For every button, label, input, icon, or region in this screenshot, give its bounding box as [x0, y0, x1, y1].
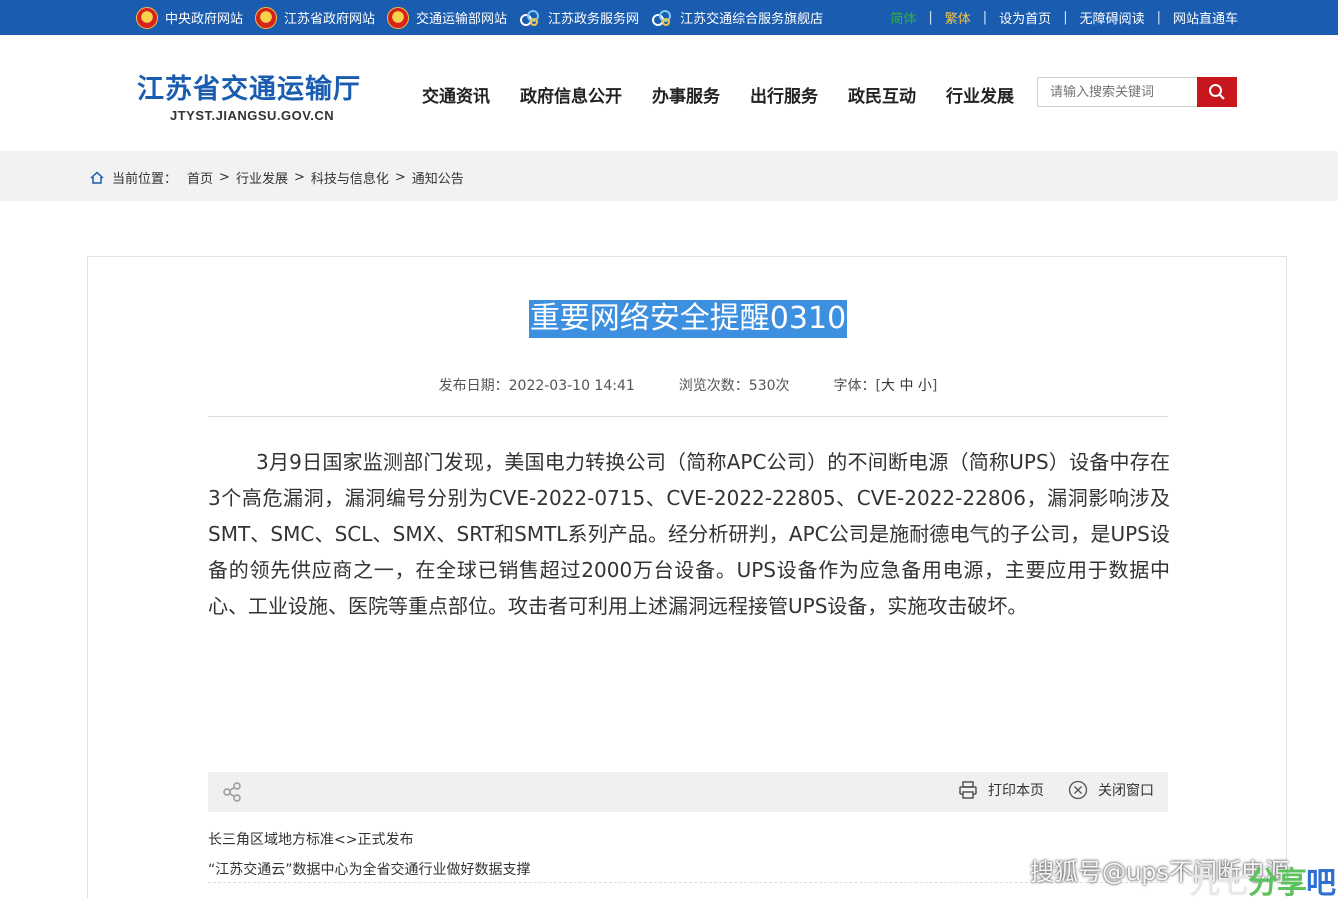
separator: | [982, 10, 988, 25]
set-homepage-link[interactable]: 设为首页 [999, 8, 1051, 27]
breadcrumb-industry[interactable]: 行业发展 [236, 168, 288, 187]
nav-item-industry[interactable]: 行业发展 [946, 82, 1014, 107]
gov-links: 中央政府网站 江苏省政府网站 交通运输部网站 江苏政务服务网 江苏交通综合服务旗 [136, 0, 835, 35]
site-logo-title[interactable]: 江苏省交通运输厅 [137, 67, 361, 106]
font-large-button[interactable]: 大 [881, 378, 895, 394]
site-domain: JTYST.JIANGSU.GOV.CN [170, 108, 335, 123]
close-icon [1068, 780, 1088, 800]
site-header: 江苏省交通运输厅 JTYST.JIANGSU.GOV.CN 交通资讯 政府信息公… [0, 35, 1338, 151]
link-label: 江苏交通综合服务旗舰店 [680, 12, 824, 27]
link-jiangsu-gov[interactable]: 江苏省政府网站 [255, 6, 376, 29]
font-small-button[interactable]: 小 [918, 378, 932, 394]
national-emblem-icon [387, 6, 410, 29]
font-size-switcher: 字体：[大 中 小] [834, 375, 938, 395]
search-icon [1209, 84, 1225, 100]
site-watermark: 九七分享吧 [1190, 858, 1336, 898]
printer-icon [959, 781, 977, 799]
breadcrumb-separator: > [293, 170, 305, 185]
article-card: 重要网络安全提醒0310 发布日期：2022-03-10 14:41 浏览次数：… [87, 256, 1287, 898]
link-js-service[interactable]: 江苏政务服务网 [519, 8, 639, 28]
top-bar: 中央政府网站 江苏省政府网站 交通运输部网站 江苏政务服务网 江苏交通综合服务旗 [0, 0, 1338, 35]
breadcrumb-tech[interactable]: 科技与信息化 [311, 168, 389, 187]
separator: | [1156, 10, 1161, 25]
simplified-link[interactable]: 简体 [890, 8, 916, 27]
view-count: 浏览次数：530次 [678, 378, 790, 394]
font-size-bracket: ] [931, 378, 938, 394]
separator: | [1063, 10, 1068, 25]
print-button[interactable]: 打印本页 [958, 780, 1044, 800]
related-link-next[interactable]: “江苏交通云”数据中心为全省交通行业做好数据支撑 [208, 859, 531, 879]
breadcrumb-home[interactable]: 首页 [187, 168, 213, 187]
article-toolbar: 打印本页 关闭窗口 [208, 772, 1168, 812]
separator: | [928, 10, 933, 25]
breadcrumb-separator: > [394, 170, 406, 185]
share-icon[interactable] [221, 781, 243, 803]
watermark-part: 吧 [1306, 866, 1336, 898]
nav-item-news[interactable]: 交通资讯 [422, 82, 490, 107]
nav-item-travel[interactable]: 出行服务 [750, 82, 818, 107]
article-meta: 发布日期：2022-03-10 14:41 浏览次数：530次 字体：[大 中 … [88, 375, 1288, 395]
breadcrumb-bar: 当前位置： 首页 > 行业发展 > 科技与信息化 > 通知公告 [0, 151, 1338, 201]
link-label: 中央政府网站 [165, 12, 244, 27]
search-button[interactable] [1197, 77, 1237, 107]
breadcrumb-label: 当前位置： [112, 172, 178, 187]
font-medium-button[interactable]: 中 [899, 378, 913, 394]
link-mot[interactable]: 交通运输部网站 [387, 6, 508, 29]
national-emblem-icon [136, 6, 158, 29]
top-right-links: 简体 | 繁体 | 设为首页 | 无障碍阅读 | 网站直通车 [890, 0, 1238, 35]
home-icon [90, 171, 104, 184]
divider [208, 416, 1168, 417]
main-nav: 交通资讯 政府信息公开 办事服务 出行服务 政民互动 行业发展 [422, 82, 1044, 107]
link-label: 交通运输部网站 [416, 12, 508, 27]
nav-item-gov-info[interactable]: 政府信息公开 [520, 82, 622, 107]
related-link-prev[interactable]: 长三角区域地方标准<>正式发布 [208, 829, 413, 849]
nav-item-interaction[interactable]: 政民互动 [848, 82, 916, 107]
link-label: 江苏省政府网站 [284, 12, 376, 27]
swirl-logo-icon [652, 9, 672, 26]
close-label: 关闭窗口 [1098, 783, 1154, 799]
font-size-label: 字体：[ [833, 378, 881, 394]
watermark-part: 分享 [1248, 866, 1307, 898]
link-js-flagship[interactable]: 江苏交通综合服务旗舰店 [651, 8, 823, 28]
traditional-link[interactable]: 繁体 [945, 8, 971, 27]
article-title: 重要网络安全提醒0310 [528, 300, 848, 338]
article-body: 3月9日国家监测部门发现，美国电力转换公司（简称APC公司）的不间断电源（简称U… [208, 450, 1170, 618]
national-emblem-icon [255, 6, 278, 29]
related-divider [208, 882, 1168, 883]
breadcrumb-notices[interactable]: 通知公告 [412, 168, 464, 187]
search-input[interactable] [1037, 77, 1198, 107]
link-label: 江苏政务服务网 [548, 12, 640, 27]
breadcrumb-separator: > [219, 170, 230, 185]
nav-item-services[interactable]: 办事服务 [652, 82, 720, 107]
publish-date: 发布日期：2022-03-10 14:41 [438, 378, 635, 394]
print-label: 打印本页 [988, 783, 1044, 799]
link-central-gov[interactable]: 中央政府网站 [136, 6, 244, 29]
close-window-button[interactable]: 关闭窗口 [1068, 780, 1154, 800]
breadcrumb: 当前位置： 首页 > 行业发展 > 科技与信息化 > 通知公告 [90, 168, 464, 187]
article-title-wrap: 重要网络安全提醒0310 [88, 300, 1288, 338]
accessible-reading-link[interactable]: 无障碍阅读 [1080, 8, 1145, 27]
swirl-logo-icon [520, 9, 540, 26]
watermark-part: 九七 [1190, 866, 1249, 898]
site-nav-link[interactable]: 网站直通车 [1173, 8, 1238, 27]
